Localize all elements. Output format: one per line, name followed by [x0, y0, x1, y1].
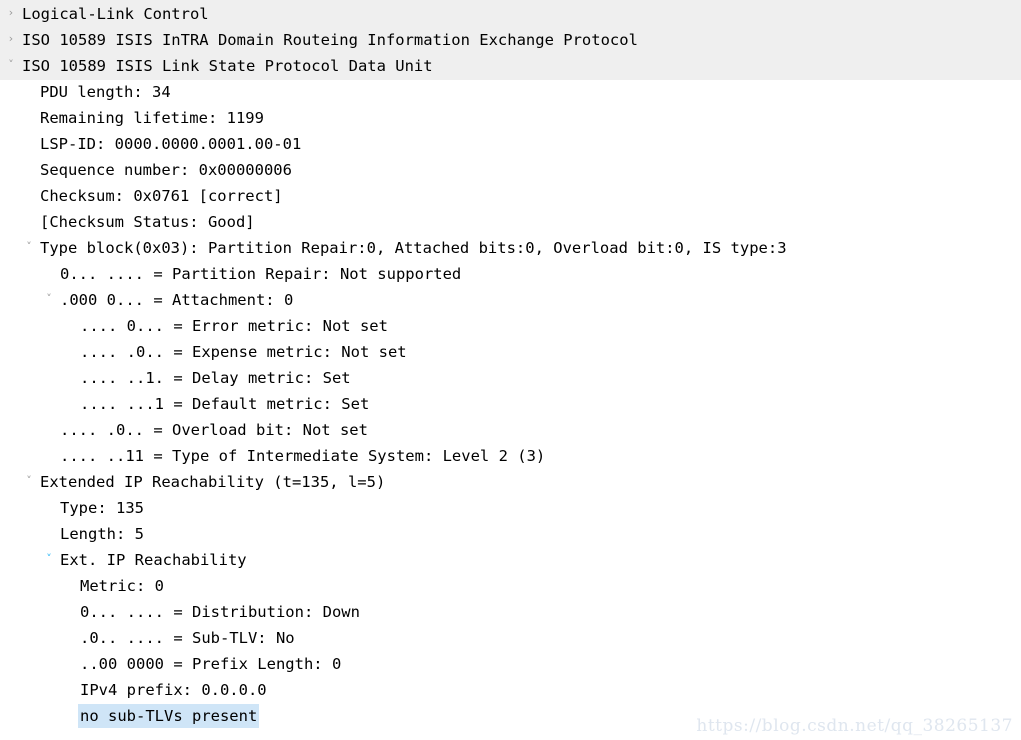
tree-row-label: ISO 10589 ISIS InTRA Domain Routeing Inf…: [20, 26, 640, 52]
chevron-down-icon[interactable]: ˅: [4, 52, 18, 78]
tree-row-text: .... 0... = Error metric: Not set: [80, 316, 388, 335]
tree-row-label: .000 0... = Attachment: 0: [58, 286, 295, 312]
tree-row-text: .... .0.. = Expense metric: Not set: [80, 342, 407, 361]
tree-row[interactable]: Type: 135: [0, 494, 1021, 520]
tree-row[interactable]: .... 0... = Error metric: Not set: [0, 312, 1021, 338]
chevron-down-icon[interactable]: ˅: [22, 234, 36, 260]
tree-row-text: Length: 5: [60, 524, 144, 543]
tree-row-label: Metric: 0: [78, 572, 166, 598]
tree-row-label: Ext. IP Reachability: [58, 546, 249, 572]
tree-row-label: Sequence number: 0x00000006: [38, 156, 294, 182]
tree-row[interactable]: .... ..1. = Delay metric: Set: [0, 364, 1021, 390]
tree-row-label: 0... .... = Partition Repair: Not suppor…: [58, 260, 463, 286]
tree-row-text: [Checksum Status: Good]: [40, 212, 255, 231]
tree-row[interactable]: Metric: 0: [0, 572, 1021, 598]
tree-row-text: ISO 10589 ISIS InTRA Domain Routeing Inf…: [22, 30, 638, 49]
tree-row-label: .... ..1. = Delay metric: Set: [78, 364, 353, 390]
tree-row-label: .... .0.. = Expense metric: Not set: [78, 338, 409, 364]
tree-row-text: 0... .... = Partition Repair: Not suppor…: [60, 264, 462, 283]
tree-row-label: Logical-Link Control: [20, 0, 211, 26]
tree-row-text: .... .0.. = Overload bit: Not set: [60, 420, 368, 439]
tree-row-text: 0... .... = Distribution: Down: [80, 602, 360, 621]
tree-row-label: IPv4 prefix: 0.0.0.0: [78, 676, 269, 702]
tree-row-label: .... ..11 = Type of Intermediate System:…: [58, 442, 547, 468]
tree-row[interactable]: .... .0.. = Overload bit: Not set: [0, 416, 1021, 442]
tree-row[interactable]: .... ...1 = Default metric: Set: [0, 390, 1021, 416]
tree-row-label: Remaining lifetime: 1199: [38, 104, 266, 130]
tree-row-label: Type block(0x03): Partition Repair:0, At…: [38, 234, 789, 260]
tree-row[interactable]: ˅ .000 0... = Attachment: 0: [0, 286, 1021, 312]
tree-row-text: .... ..1. = Delay metric: Set: [80, 368, 351, 387]
tree-row-text: Type block(0x03): Partition Repair:0, At…: [40, 238, 787, 257]
tree-row-text: Extended IP Reachability (t=135, l=5): [40, 472, 386, 491]
tree-row-label: Length: 5: [58, 520, 146, 546]
tree-row-label: Checksum: 0x0761 [correct]: [38, 182, 285, 208]
tree-row-text: PDU length: 34: [40, 82, 171, 101]
tree-row-text: no sub-TLVs present: [78, 703, 260, 728]
tree-row-label: Extended IP Reachability (t=135, l=5): [38, 468, 387, 494]
tree-row-label: no sub-TLVs present: [78, 702, 260, 728]
tree-row[interactable]: IPv4 prefix: 0.0.0.0: [0, 676, 1021, 702]
tree-row[interactable]: .... ..11 = Type of Intermediate System:…: [0, 442, 1021, 468]
tree-row[interactable]: ˅ Type block(0x03): Partition Repair:0, A…: [0, 234, 1021, 260]
tree-row[interactable]: ˅ Extended IP Reachability (t=135, l=5): [0, 468, 1021, 494]
tree-row-text: Type: 135: [60, 498, 144, 517]
tree-row[interactable]: ˅ ISO 10589 ISIS Link State Protocol Data…: [0, 52, 1021, 78]
tree-row[interactable]: Remaining lifetime: 1199: [0, 104, 1021, 130]
tree-row[interactable]: › ISO 10589 ISIS InTRA Domain Routeing In…: [0, 26, 1021, 52]
tree-row[interactable]: Checksum: 0x0761 [correct]: [0, 182, 1021, 208]
tree-row[interactable]: Length: 5: [0, 520, 1021, 546]
tree-row[interactable]: ..00 0000 = Prefix Length: 0: [0, 650, 1021, 676]
tree-row[interactable]: [Checksum Status: Good]: [0, 208, 1021, 234]
tree-row-text: ..00 0000 = Prefix Length: 0: [80, 654, 342, 673]
tree-row-label: Type: 135: [58, 494, 146, 520]
chevron-down-icon[interactable]: ˅: [22, 468, 36, 494]
tree-row[interactable]: LSP-ID: 0000.0000.0001.00-01: [0, 130, 1021, 156]
tree-row-label: LSP-ID: 0000.0000.0001.00-01: [38, 130, 303, 156]
chevron-right-icon[interactable]: ›: [4, 0, 18, 26]
tree-row-label: 0... .... = Distribution: Down: [78, 598, 362, 624]
tree-row-text: IPv4 prefix: 0.0.0.0: [80, 680, 267, 699]
tree-row-text: .0.. .... = Sub-TLV: No: [80, 628, 295, 647]
tree-row-text: Metric: 0: [80, 576, 164, 595]
tree-row-label: .... ...1 = Default metric: Set: [78, 390, 371, 416]
tree-row-label: .... .0.. = Overload bit: Not set: [58, 416, 370, 442]
tree-row[interactable]: no sub-TLVs present: [0, 702, 1021, 728]
tree-row-label: PDU length: 34: [38, 78, 173, 104]
tree-row[interactable]: › Logical-Link Control: [0, 0, 1021, 26]
tree-row-label: [Checksum Status: Good]: [38, 208, 257, 234]
tree-row-text: Sequence number: 0x00000006: [40, 160, 292, 179]
tree-row-label: .0.. .... = Sub-TLV: No: [78, 624, 297, 650]
packet-detail-tree[interactable]: › Logical-Link Control › ISO 10589 ISIS InT…: [0, 0, 1021, 728]
tree-row-text: LSP-ID: 0000.0000.0001.00-01: [40, 134, 302, 153]
tree-row[interactable]: .0.. .... = Sub-TLV: No: [0, 624, 1021, 650]
tree-row[interactable]: .... .0.. = Expense metric: Not set: [0, 338, 1021, 364]
packet-details-pane: › Logical-Link Control › ISO 10589 ISIS InT…: [0, 0, 1021, 740]
chevron-right-icon[interactable]: ›: [4, 26, 18, 52]
tree-row[interactable]: Sequence number: 0x00000006: [0, 156, 1021, 182]
tree-row-text: Remaining lifetime: 1199: [40, 108, 264, 127]
tree-row-text: .... ...1 = Default metric: Set: [80, 394, 370, 413]
tree-row-text: ISO 10589 ISIS Link State Protocol Data …: [22, 56, 433, 75]
tree-row-text: Ext. IP Reachability: [60, 550, 247, 569]
tree-row-text: Logical-Link Control: [22, 4, 209, 23]
tree-row-text: .... ..11 = Type of Intermediate System:…: [60, 446, 546, 465]
tree-row[interactable]: PDU length: 34: [0, 78, 1021, 104]
tree-row[interactable]: 0... .... = Partition Repair: Not suppor…: [0, 260, 1021, 286]
tree-row-label: ..00 0000 = Prefix Length: 0: [78, 650, 343, 676]
tree-row[interactable]: 0... .... = Distribution: Down: [0, 598, 1021, 624]
tree-row-label: ISO 10589 ISIS Link State Protocol Data …: [20, 52, 435, 78]
tree-row-label: .... 0... = Error metric: Not set: [78, 312, 390, 338]
tree-row-text: Checksum: 0x0761 [correct]: [40, 186, 283, 205]
chevron-down-icon[interactable]: ˅: [42, 286, 56, 312]
tree-row[interactable]: ˅ Ext. IP Reachability: [0, 546, 1021, 572]
tree-row-text: .000 0... = Attachment: 0: [60, 290, 294, 309]
chevron-down-icon[interactable]: ˅: [42, 546, 56, 572]
